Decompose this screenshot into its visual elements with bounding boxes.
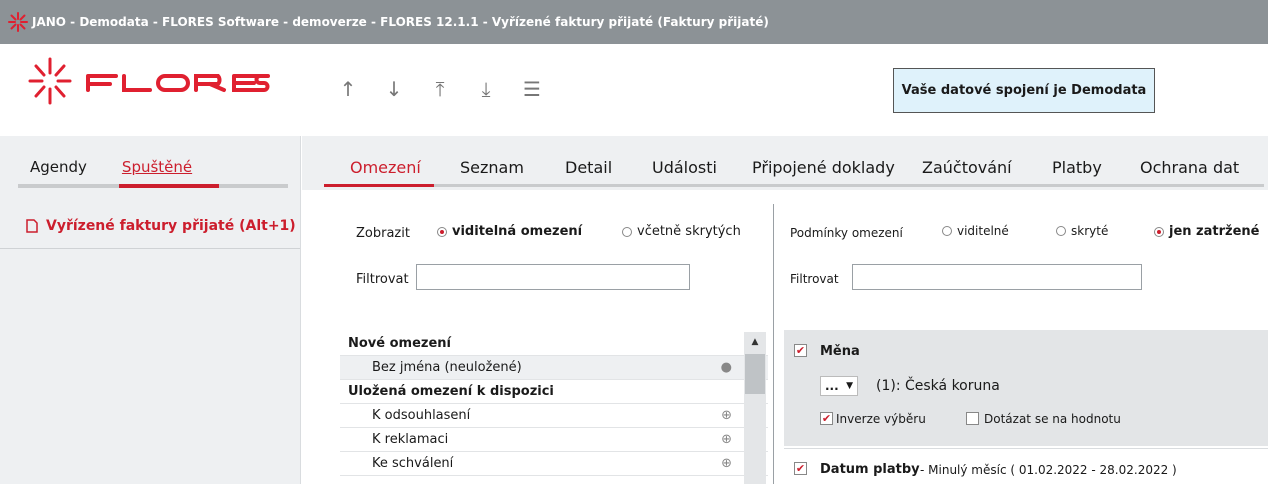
scroll-up-icon[interactable]: ▲ (744, 332, 766, 352)
condition-value: (1): Česká koruna (876, 378, 1000, 394)
window-title-bar: JANO - Demodata - FLORES Software - demo… (0, 0, 1268, 44)
radio-dot (437, 226, 447, 237)
radio-dot (942, 226, 952, 236)
sidebar: Agendy Spuštěné Vyřízené faktury přijaté… (0, 136, 301, 484)
inverse-label: Inverze výběru (836, 412, 926, 426)
ask-value-label: Dotázat se na hodnotu (984, 412, 1121, 426)
radio-label: viditelná omezení (452, 224, 583, 239)
list-item-label: Ke schválení (372, 456, 454, 471)
sidebar-tab-agendy[interactable]: Agendy (30, 158, 87, 176)
main-area: Omezení Seznam Detail Události Připojené… (302, 136, 1268, 484)
radio-vcetne-skrytych[interactable]: včetně skrytých (622, 224, 741, 239)
window-title: JANO - Demodata - FLORES Software - demo… (32, 15, 769, 29)
radio-label: skryté (1071, 224, 1109, 238)
condition-card-mena: ✔ Měna ... ▼ (1): Česká koruna ✔ Inverze… (784, 330, 1268, 446)
radio-label: viditelné (957, 224, 1009, 238)
chevron-down-icon: ▼ (846, 381, 853, 391)
globe-icon: ⊕ (721, 432, 732, 447)
list-item[interactable]: Bez jména (neuložené) ● (340, 356, 768, 380)
tab-omezeni[interactable]: Omezení (350, 158, 421, 177)
radio-dot (1056, 226, 1066, 236)
inverse-checkbox[interactable]: ✔ (820, 412, 833, 425)
tab-zauctovani[interactable]: Zaúčtování (922, 158, 1012, 177)
globe-icon: ⊕ (721, 456, 732, 471)
radio-dot (622, 226, 632, 237)
radio-jen-zatrzene[interactable]: jen zatržené (1154, 224, 1259, 239)
globe-icon: ⊕ (721, 408, 732, 423)
sidebar-tab-underline (18, 184, 288, 188)
tab-seznam[interactable]: Seznam (460, 158, 524, 177)
ask-value-checkbox[interactable] (966, 412, 979, 425)
scroll-thumb[interactable] (745, 354, 765, 394)
dropdown-value: ... (825, 379, 839, 393)
radio-label: jen zatržené (1169, 224, 1260, 239)
sidebar-item-vyrizene-faktury[interactable]: Vyřízené faktury přijaté (Alt+1) (26, 218, 296, 234)
show-label: Zobrazit (356, 226, 410, 241)
document-icon (26, 219, 38, 233)
list-item[interactable]: K reklamaci ⊕ (340, 428, 768, 452)
list-item-label: K odsouhlasení (372, 408, 471, 423)
list-item-label: Bez jména (neuložené) (372, 360, 522, 375)
tabs-underline (324, 184, 1264, 187)
list-scrollbar[interactable]: ▲ (744, 332, 766, 484)
mena-dropdown[interactable]: ... ▼ (820, 376, 858, 396)
arrow-to-bottom-icon[interactable]: ⤓ (476, 77, 496, 101)
conditions-label: Podmínky omezení (790, 226, 903, 240)
main-tabs: Omezení Seznam Detail Události Připojené… (302, 136, 1268, 190)
radio-skryte[interactable]: skryté (1056, 224, 1108, 238)
restriction-list: Nové omezení Bez jména (neuložené) ● Ulo… (340, 332, 768, 484)
app-header: ↑ ↓ ⤒ ⤓ ☰ Vaše datové spojení je Demodat… (0, 44, 1268, 132)
sidebar-divider (0, 248, 300, 249)
tab-platby[interactable]: Platby (1052, 158, 1102, 177)
arrow-to-top-icon[interactable]: ⤒ (430, 77, 450, 101)
sidebar-tabs: Agendy Spuštěné (30, 158, 192, 176)
datum-platby-checkbox[interactable]: ✔ (794, 462, 807, 475)
sidebar-item-label: Vyřízené faktury přijaté (Alt+1) (46, 218, 296, 234)
restriction-list-panel: Zobrazit viditelná omezení včetně skrytý… (302, 190, 772, 484)
radio-viditelne[interactable]: viditelné (942, 224, 1009, 238)
list-item-label: K reklamaci (372, 432, 449, 447)
arrow-down-icon[interactable]: ↓ (384, 77, 404, 101)
flores-app-icon (8, 12, 28, 32)
list-item[interactable]: K odsouhlasení ⊕ (340, 404, 768, 428)
condition-detail: - Minulý měsíc ( 01.02.2022 - 28.02.2022… (920, 463, 1177, 477)
filter-input[interactable] (416, 264, 690, 290)
user-icon: ● (720, 360, 732, 375)
filter-label: Filtrovat (790, 272, 839, 286)
tab-detail[interactable]: Detail (565, 158, 612, 177)
list-group-header: Nové omezení (340, 332, 768, 356)
conditions-filter-input[interactable] (852, 264, 1142, 290)
list-group-header: Uložená omezení k dispozici (340, 380, 768, 404)
tab-ochrana-dat[interactable]: Ochrana dat (1140, 158, 1239, 177)
conditions-panel: Podmínky omezení viditelné skryté jen za… (774, 190, 1268, 484)
connection-status: Vaše datové spojení je Demodata (893, 68, 1155, 113)
condition-title: Měna (820, 344, 860, 359)
flores-logo (28, 56, 278, 106)
menu-icon[interactable]: ☰ (522, 77, 542, 101)
radio-viditelna-omezeni[interactable]: viditelná omezení (437, 224, 582, 239)
condition-divider (784, 448, 1268, 449)
radio-label: včetně skrytých (637, 224, 741, 239)
condition-title: Datum platby (820, 462, 920, 477)
flores-logo-mark (28, 57, 270, 105)
tab-pripojene-doklady[interactable]: Připojené doklady (752, 158, 895, 177)
list-item[interactable]: Ke schválení ⊕ (340, 452, 768, 476)
arrow-up-icon[interactable]: ↑ (338, 77, 358, 101)
sidebar-tab-spustene[interactable]: Spuštěné (122, 158, 192, 176)
tab-udalosti[interactable]: Události (652, 158, 717, 177)
radio-dot (1154, 226, 1164, 237)
mena-checkbox[interactable]: ✔ (794, 344, 807, 357)
filter-label: Filtrovat (356, 272, 409, 287)
record-navigation: ↑ ↓ ⤒ ⤓ ☰ (338, 77, 542, 101)
